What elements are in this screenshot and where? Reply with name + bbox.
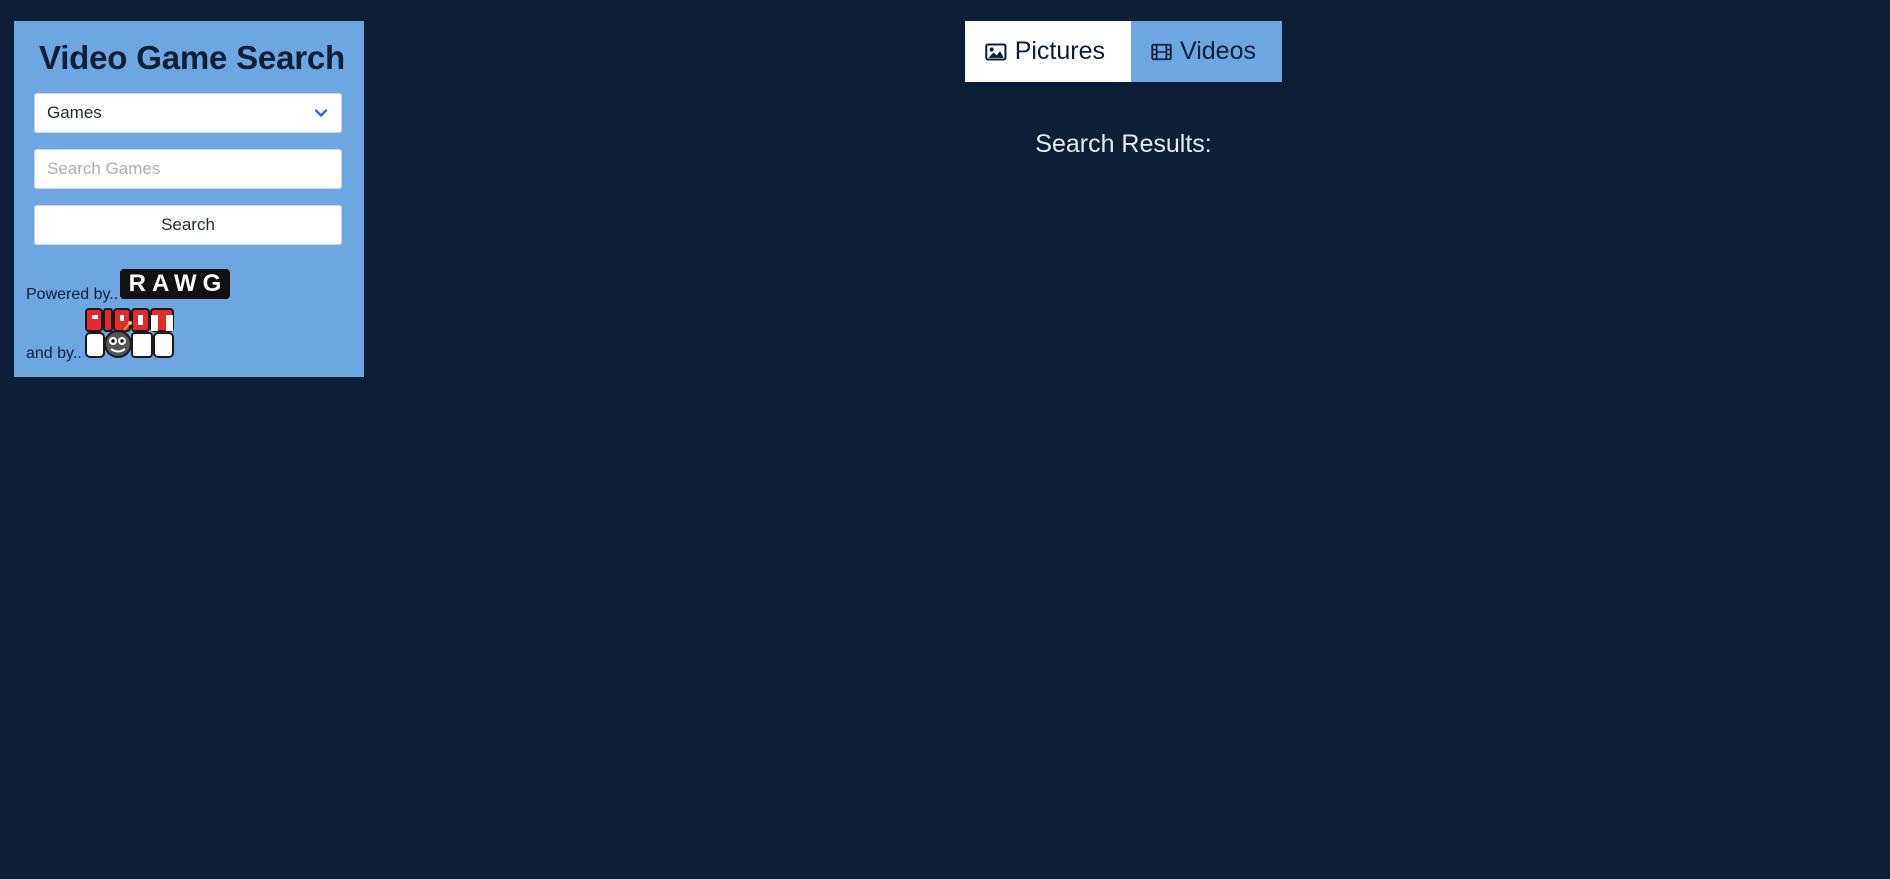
search-input[interactable]	[34, 149, 342, 189]
sidebar-title: Video Game Search	[39, 39, 345, 76]
tab-videos-label: Videos	[1180, 37, 1256, 65]
category-select-value: Games	[47, 103, 102, 122]
tab-pictures[interactable]: Pictures	[965, 21, 1131, 82]
category-select[interactable]: Games	[34, 93, 342, 133]
search-button[interactable]: Search	[34, 205, 342, 245]
film-icon	[1151, 43, 1172, 60]
media-tabs: Pictures Videos	[965, 21, 1282, 82]
and-by-text: and by..	[26, 345, 82, 362]
giantbomb-logo[interactable]	[84, 306, 176, 360]
rawg-logo[interactable]: RAWG	[120, 269, 230, 299]
page: Video Game Search Games Search Powered b…	[0, 0, 1890, 879]
search-sidebar: Video Game Search Games Search Powered b…	[14, 21, 364, 377]
powered-by-text: Powered by..	[26, 286, 119, 303]
chevron-down-icon	[314, 109, 328, 117]
search-results-heading: Search Results:	[1035, 130, 1212, 158]
tab-videos[interactable]: Videos	[1131, 21, 1282, 82]
tab-pictures-label: Pictures	[1014, 37, 1105, 65]
image-icon	[985, 42, 1007, 61]
